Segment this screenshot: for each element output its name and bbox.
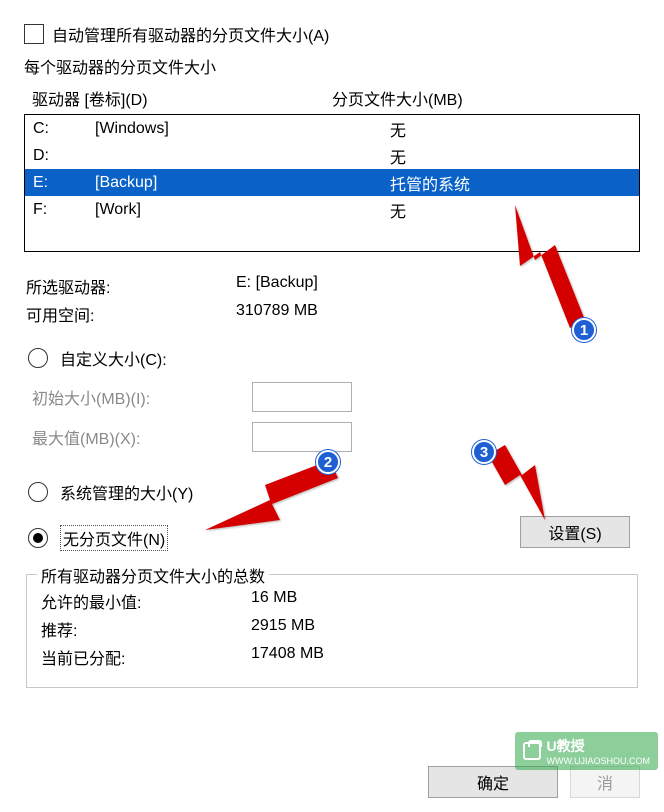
custom-size-radio-row: 自定义大小(C): [28,344,640,372]
totals-legend: 所有驱动器分页文件大小的总数 [37,563,269,587]
cancel-button[interactable]: 消 [570,766,640,798]
selected-drive-value: E: [Backup] [236,274,640,298]
totals-cur-label: 当前已分配: [41,645,251,669]
max-size-input[interactable] [252,422,352,452]
ok-button[interactable]: 确定 [428,766,558,798]
dialog-button-row: 确定 消 [428,766,640,798]
drive-letter: F: [33,201,95,219]
totals-fieldset: 所有驱动器分页文件大小的总数 允许的最小值: 16 MB 推荐: 2915 MB… [26,574,638,688]
drive-volume-label: [Windows] [95,120,390,138]
annotation-badge-3: 3 [472,440,496,464]
totals-cur-value: 17408 MB [251,645,324,669]
annotation-badge-1: 1 [572,318,596,342]
drive-list[interactable]: C:[Windows]无D:无E:[Backup]托管的系统F:[Work]无 [24,114,640,252]
selected-drive-row: 所选驱动器: E: [Backup] [26,274,640,298]
drive-pagefile-size: 无 [390,198,631,222]
max-size-row: 最大值(MB)(X): [32,422,640,452]
initial-size-label: 初始大小(MB)(I): [32,385,252,409]
totals-rec-value: 2915 MB [251,617,315,641]
drive-row[interactable]: F:[Work]无 [25,196,639,223]
initial-size-input[interactable] [252,382,352,412]
drive-list-headers: 驱动器 [卷标](D) 分页文件大小(MB) [24,84,640,114]
system-managed-radio[interactable] [28,482,48,502]
system-managed-label: 系统管理的大小(Y) [60,480,193,504]
system-managed-radio-row: 系统管理的大小(Y) [28,478,640,506]
drive-pagefile-size: 无 [390,144,631,168]
drive-letter: C: [33,120,95,138]
initial-size-row: 初始大小(MB)(I): [32,382,640,412]
auto-manage-checkbox[interactable] [24,24,44,44]
col-header-drive: 驱动器 [卷标](D) [32,86,332,110]
free-space-row: 可用空间: 310789 MB [26,302,640,326]
totals-rec-label: 推荐: [41,617,251,641]
drive-row[interactable]: E:[Backup]托管的系统 [25,169,639,196]
watermark-brand: U教授 [547,736,651,756]
watermark: U教授 WWW.UJIAOSHOU.COM [515,732,659,770]
drive-row[interactable]: C:[Windows]无 [25,115,639,142]
drive-row[interactable]: D: 无 [25,142,639,169]
no-pagefile-radio[interactable] [28,528,48,548]
set-button[interactable]: 设置(S) [520,516,630,548]
auto-manage-checkbox-row: 自动管理所有驱动器的分页文件大小(A) [24,22,640,46]
annotation-badge-2: 2 [316,450,340,474]
lock-icon [523,742,541,760]
totals-min-value: 16 MB [251,589,297,613]
watermark-url: WWW.UJIAOSHOU.COM [547,756,651,766]
max-size-label: 最大值(MB)(X): [32,425,252,449]
drive-pagefile-size: 无 [390,117,631,141]
auto-manage-label: 自动管理所有驱动器的分页文件大小(A) [52,22,329,46]
col-header-pagefile: 分页文件大小(MB) [332,86,640,110]
free-space-label: 可用空间: [26,302,236,326]
drive-volume-label: [Work] [95,201,390,219]
custom-size-radio[interactable] [28,348,48,368]
drive-volume-label: [Backup] [95,174,390,192]
drive-pagefile-size: 托管的系统 [390,171,631,195]
totals-min-label: 允许的最小值: [41,589,251,613]
drive-letter: D: [33,147,95,165]
custom-size-label: 自定义大小(C): [60,346,167,370]
selected-drive-label: 所选驱动器: [26,274,236,298]
drives-section-title: 每个驱动器的分页文件大小 [24,54,640,78]
no-pagefile-label: 无分页文件(N) [60,525,168,551]
drive-letter: E: [33,174,95,192]
